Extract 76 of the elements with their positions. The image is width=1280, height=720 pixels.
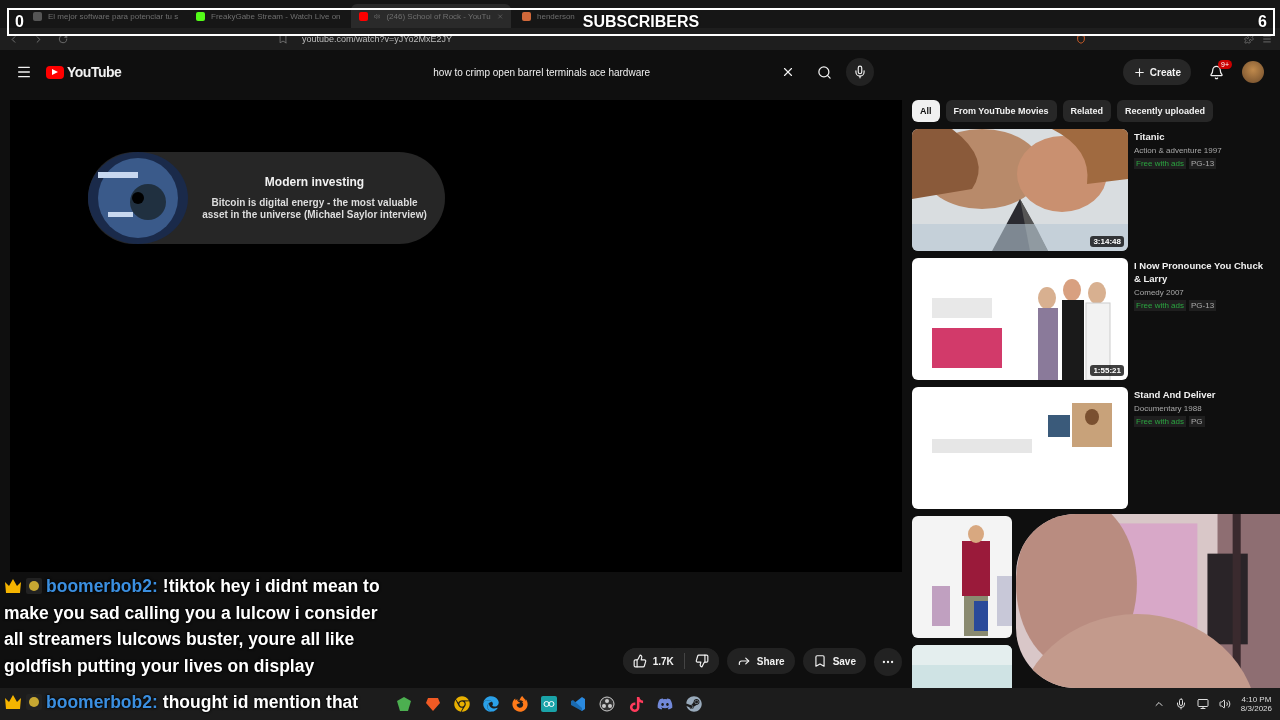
overlay-title: SUBSCRIBERS: [582, 13, 700, 31]
address-bar[interactable]: youtube.com/watch?v=yJYo2MxE2JY: [302, 34, 452, 44]
badge-icon: [26, 578, 42, 595]
video-duration: 3:14:48: [1090, 236, 1124, 247]
card-description: Bitcoin is digital energy - the most valuable asset in the universe (Michael Saylor interview): [201, 197, 428, 221]
microphone-icon[interactable]: [1174, 698, 1187, 710]
video-duration: 1:55:21: [1090, 365, 1124, 376]
bookmark-icon: [812, 654, 827, 668]
video-title[interactable]: Titanic: [1134, 130, 1264, 143]
crown-icon: [4, 578, 22, 595]
end-screen-card[interactable]: Modern investing Bitcoin is digital energy - the most valuable asset in the universe (Michael Saylor interview): [88, 152, 445, 244]
app-icon[interactable]: [482, 695, 500, 713]
filter-chip[interactable]: From YouTube Movies: [945, 100, 1057, 122]
share-button[interactable]: Share: [726, 648, 795, 674]
chat-username: boomerbob2:: [46, 575, 158, 598]
save-button[interactable]: Save: [802, 648, 866, 674]
extensions-icon[interactable]: [1244, 34, 1254, 44]
app-icon[interactable]: [453, 695, 471, 713]
video-player[interactable]: Modern investing Bitcoin is digital energy - the most valuable asset in the universe (Michael Saylor interview): [10, 100, 902, 572]
subscriber-goal: 6: [1258, 13, 1267, 31]
browser-tab[interactable]: El mejor software para potenciar tu s: [25, 4, 185, 28]
video-badge: PG-13: [1189, 158, 1217, 169]
tab-favicon-icon: [359, 11, 368, 21]
filter-chip[interactable]: All: [912, 100, 940, 122]
voice-search-button[interactable]: [846, 58, 875, 86]
app-icon[interactable]: [511, 695, 529, 713]
create-button[interactable]: Create: [1122, 59, 1191, 85]
bookmark-icon[interactable]: [278, 34, 288, 44]
plus-icon: [1132, 65, 1146, 79]
video-meta: Documentary 1988: [1134, 404, 1203, 413]
badge-icon: [26, 694, 42, 711]
chat-message: thought id mention that: [162, 691, 359, 714]
video-badge: Free with ads: [1134, 300, 1187, 311]
video-badge: Free with ads: [1134, 416, 1187, 427]
video-title[interactable]: Stand And Deliver: [1134, 388, 1264, 401]
browser-tab[interactable]: FreakyGabe Stream - Watch Live on: [188, 4, 348, 28]
clock[interactable]: 4:10 PM 8/3/2026: [1240, 695, 1272, 713]
menu-button[interactable]: [16, 64, 32, 80]
app-icon[interactable]: [685, 695, 703, 713]
microphone-icon: [853, 65, 868, 79]
chat-message: make you sad calling you a lulcow i consider: [4, 601, 379, 625]
video-meta: Action & adventure 1997: [1134, 146, 1223, 155]
app-icon[interactable]: [540, 695, 558, 713]
chat-message: !tiktok hey i didnt mean to: [162, 575, 380, 598]
tab-favicon-icon: [196, 11, 205, 21]
menu-icon[interactable]: [1262, 34, 1272, 44]
filter-chip[interactable]: Related: [1062, 100, 1112, 122]
chat-message: all streamers lulcows buster, youre all like: [4, 628, 356, 651]
thumbs-down-icon: [694, 654, 709, 668]
browser-tab[interactable]: henderson: [514, 4, 583, 28]
video-meta: Comedy 2007: [1134, 288, 1185, 297]
reload-icon[interactable]: [58, 34, 68, 44]
crown-icon: [4, 694, 22, 711]
video-badge: PG: [1189, 416, 1205, 427]
logo-text[interactable]: YouTube: [67, 64, 122, 80]
avatar[interactable]: [1242, 61, 1264, 83]
share-arrow-icon: [736, 654, 751, 668]
card-title: Modern investing: [264, 175, 365, 189]
play-logo-icon: [46, 65, 64, 79]
tab-favicon-icon: [522, 11, 531, 21]
search-button[interactable]: [817, 64, 833, 80]
volume-icon[interactable]: [1218, 698, 1231, 710]
tab-favicon-icon: [33, 11, 42, 21]
filter-chip[interactable]: Recently uploaded: [1117, 100, 1214, 122]
video-title[interactable]: I Now Pronounce You Chuck & Larry: [1134, 259, 1264, 285]
search-field[interactable]: how to crimp open barrel terminals ace hardware: [431, 65, 782, 79]
subscriber-count: 0: [15, 13, 24, 31]
video-badge: PG-13: [1189, 300, 1217, 311]
app-icon[interactable]: [598, 695, 616, 713]
shield-icon[interactable]: [1076, 34, 1086, 44]
video-badge: Free with ads: [1134, 158, 1187, 169]
thumbs-up-icon: [632, 654, 647, 668]
chat-message: goldfish putting your lives on display: [4, 654, 316, 678]
app-icon[interactable]: [395, 695, 413, 713]
network-icon[interactable]: [1196, 698, 1209, 710]
chat-username: boomerbob2:: [46, 691, 158, 714]
